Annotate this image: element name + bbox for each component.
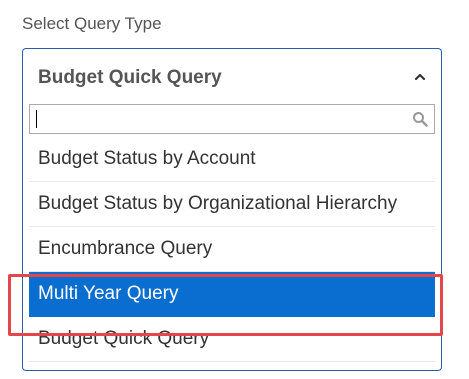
text-cursor <box>36 110 37 128</box>
query-type-select[interactable]: Budget Quick Query <box>22 48 442 104</box>
selected-value: Budget Quick Query <box>38 67 222 88</box>
option-encumbrance-query[interactable]: Encumbrance Query <box>29 227 435 272</box>
field-label: Select Query Type <box>22 14 162 33</box>
search-box[interactable] <box>29 104 435 134</box>
annotation-highlight-box <box>8 274 443 336</box>
chevron-up-icon[interactable] <box>415 72 425 82</box>
search-input[interactable] <box>30 105 400 133</box>
option-budget-status-by-org-hierarchy[interactable]: Budget Status by Organizational Hierarch… <box>29 182 435 227</box>
option-budget-status-by-account[interactable]: Budget Status by Account <box>29 137 435 182</box>
search-icon <box>413 112 428 127</box>
